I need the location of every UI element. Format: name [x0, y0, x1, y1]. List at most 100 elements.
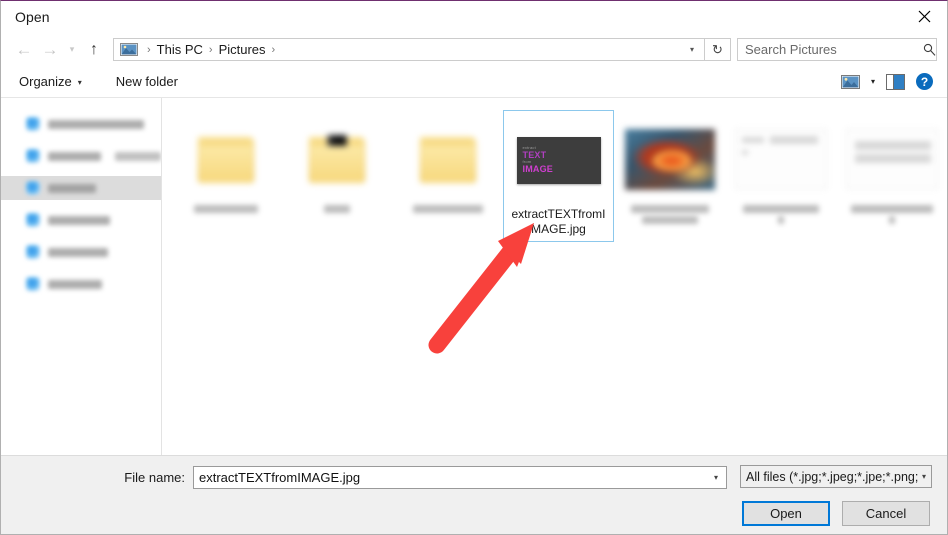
file-item-4-label: [630, 205, 709, 213]
navigation-bar: ← → ▾ ↑ › This PC › Pictures › ▾ ↻: [1, 33, 947, 66]
sidebar-item-0-icon: [26, 117, 40, 131]
breadcrumb-item-this-pc[interactable]: This PC: [157, 42, 203, 57]
search-icon[interactable]: [921, 43, 937, 56]
sidebar-item-5-icon: [26, 277, 40, 291]
dialog-footer: File name: ▾ All files (*.jpg;*.jpeg;*.j…: [1, 455, 947, 534]
title-bar: Open: [1, 1, 947, 33]
chevron-down-icon: ▾: [77, 78, 82, 87]
view-dropdown-icon[interactable]: ▾: [871, 77, 875, 86]
image-thumbnail: extract TEXT from IMAGE: [516, 136, 601, 184]
command-bar-icons: ▾ ?: [840, 73, 933, 90]
file-item-6[interactable]: [836, 110, 947, 242]
search-box[interactable]: [737, 38, 937, 61]
breadcrumb-dropdown-icon[interactable]: ▾: [684, 39, 700, 60]
thumb-line2-big: IMAGE: [522, 164, 554, 174]
breadcrumb-item-pictures[interactable]: Pictures: [219, 42, 266, 57]
document-thumbnail: [845, 129, 938, 189]
dialog-body: extract TEXT from IMAGE extractTEXTfromI…: [1, 98, 947, 455]
breadcrumb-separator-2: ›: [271, 43, 276, 56]
file-item-5[interactable]: [725, 110, 836, 242]
preview-pane-left: [887, 74, 894, 89]
file-name-label: File name:: [124, 469, 185, 485]
open-file-dialog: Open ← → ▾ ↑ › This PC › Pictures › ▾ ↻ …: [0, 0, 948, 535]
sidebar-item-4-label: [48, 247, 108, 257]
sidebar-item-4-icon: [26, 245, 40, 259]
file-item-extracttextfromimage[interactable]: extract TEXT from IMAGE extractTEXTfromI…: [503, 110, 614, 242]
file-list-view[interactable]: extract TEXT from IMAGE extractTEXTfromI…: [162, 98, 947, 455]
organize-label: Organize: [19, 74, 72, 89]
file-name-field[interactable]: ▾: [193, 465, 727, 489]
file-item-1[interactable]: [281, 110, 392, 242]
folder-icon: [418, 133, 478, 185]
sidebar-item-5-label: [48, 279, 102, 289]
new-folder-label: New folder: [115, 74, 178, 89]
open-button[interactable]: Open: [742, 501, 830, 526]
help-icon[interactable]: ?: [916, 73, 933, 90]
file-item-6-label: [850, 205, 933, 213]
file-item-4-thumb: [614, 116, 725, 202]
sidebar-item-3-label: [48, 215, 110, 225]
file-item-6-thumb: [836, 116, 947, 202]
file-item-0-thumb: [170, 116, 281, 202]
file-item-4-label2: [641, 216, 698, 224]
file-item-2[interactable]: [392, 110, 503, 242]
sidebar-item-1[interactable]: [1, 144, 161, 168]
sidebar-item-5[interactable]: [1, 272, 161, 296]
file-name-dropdown-icon[interactable]: ▾: [708, 473, 724, 482]
photo-thumbnail: [624, 128, 715, 190]
file-type-filter[interactable]: All files (*.jpg;*.jpeg;*.jpe;*.png; ▾: [740, 465, 932, 488]
navigation-pane: [1, 98, 162, 455]
file-item-0[interactable]: [170, 110, 281, 242]
file-item-2-thumb: [392, 116, 503, 202]
sidebar-item-1-icon: [26, 149, 40, 163]
file-item-1-label: [323, 205, 350, 213]
sidebar-item-2-icon: [26, 181, 40, 195]
change-view-icon[interactable]: [840, 74, 860, 90]
command-bar: Organize ▾ New folder ▾ ?: [1, 66, 947, 98]
up-button[interactable]: ↑: [81, 37, 107, 63]
sidebar-item-3-icon: [26, 213, 40, 227]
close-icon: [918, 10, 930, 23]
dialog-title: Open: [15, 9, 50, 25]
folder-icon: [196, 133, 256, 185]
preview-pane-icon[interactable]: [886, 73, 905, 90]
file-item-3-thumb: extract TEXT from IMAGE: [504, 117, 613, 203]
new-folder-button[interactable]: New folder: [116, 74, 178, 89]
file-item-5-thumb: [725, 116, 836, 202]
file-item-4[interactable]: [614, 110, 725, 242]
file-grid: extract TEXT from IMAGE extractTEXTfromI…: [162, 98, 947, 242]
chevron-down-icon: ▾: [921, 472, 926, 481]
sidebar-item-1-label: [48, 151, 101, 161]
folder-icon: [307, 133, 367, 185]
organize-button[interactable]: Organize ▾: [19, 74, 82, 89]
thumb-line1-big: TEXT: [522, 150, 547, 160]
file-item-5-label2: [777, 216, 784, 224]
document-thumbnail: [734, 129, 827, 189]
file-item-0-label: [193, 205, 258, 213]
file-item-1-thumb: [281, 116, 392, 202]
preview-pane-right: [894, 74, 904, 89]
sidebar-item-3[interactable]: [1, 208, 161, 232]
breadcrumb-separator-1: ›: [208, 43, 213, 56]
file-item-5-label: [742, 205, 819, 213]
file-item-3-label: extractTEXTfromIMAGE.jpg: [511, 207, 606, 236]
sidebar-item-4[interactable]: [1, 240, 161, 264]
search-input[interactable]: [745, 42, 921, 57]
recent-locations-button[interactable]: ▾: [63, 37, 81, 63]
breadcrumb-separator-0: ›: [147, 43, 151, 56]
file-item-6-label2: [888, 216, 895, 224]
file-type-filter-value: All files (*.jpg;*.jpeg;*.jpe;*.png;: [746, 469, 919, 484]
close-button[interactable]: [901, 1, 947, 32]
refresh-button[interactable]: ↻: [705, 38, 731, 61]
sidebar-item-2[interactable]: [1, 176, 161, 200]
sidebar-item-0-label: [48, 119, 144, 129]
sidebar-item-2-label: [48, 183, 96, 193]
file-name-input[interactable]: [199, 469, 708, 485]
back-button[interactable]: ←: [11, 37, 37, 63]
forward-button[interactable]: →: [37, 37, 63, 63]
cancel-button[interactable]: Cancel: [842, 501, 930, 526]
sidebar-item-1-label2: [114, 151, 161, 161]
pictures-folder-icon: [120, 42, 138, 57]
sidebar-item-0[interactable]: [1, 112, 161, 136]
breadcrumb[interactable]: › This PC › Pictures › ▾: [113, 38, 705, 61]
